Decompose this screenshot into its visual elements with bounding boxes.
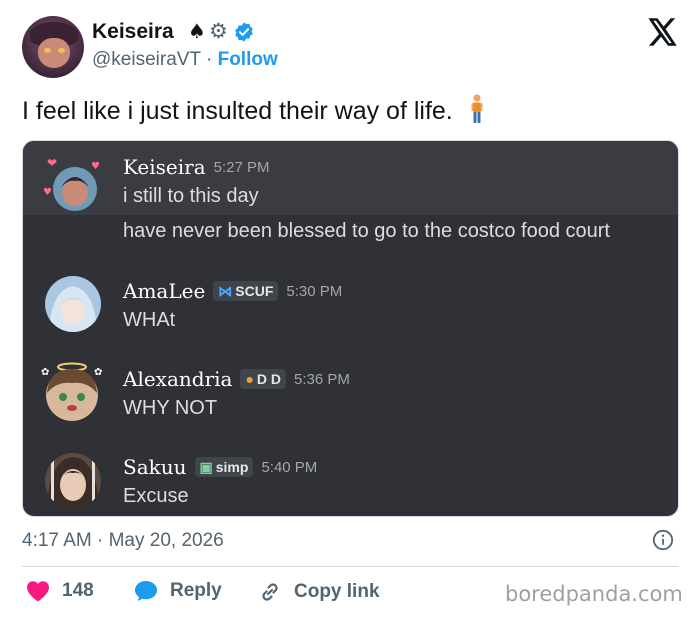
- message-time: 5:40 PM: [261, 458, 318, 476]
- gear-icon: ⚙: [209, 19, 228, 43]
- copy-link-label: Copy link: [294, 581, 380, 602]
- person-standing-emoji: [471, 94, 483, 123]
- follow-button[interactable]: Follow: [218, 49, 278, 70]
- message-text: i still to this day: [123, 185, 259, 207]
- role-tag: ⋈ SCUF: [213, 281, 279, 301]
- reply-bubble-icon: [135, 581, 157, 601]
- heart-icon: [27, 581, 49, 602]
- username[interactable]: Keiseira: [123, 155, 206, 179]
- message-text: WHY NOT: [123, 397, 218, 419]
- amalee-avatar: [45, 276, 101, 332]
- svg-text:♥: ♥: [91, 161, 100, 172]
- simp-icon: ▣: [199, 458, 213, 475]
- author-display-name[interactable]: Keiseira: [92, 20, 174, 44]
- butterfly-icon: ⋈: [218, 282, 233, 299]
- copy-link-button[interactable]: Copy link: [258, 580, 380, 604]
- svg-text:❤: ❤: [47, 156, 57, 170]
- x-logo-icon[interactable]: [648, 18, 678, 46]
- svg-text:✿: ✿: [94, 367, 102, 378]
- like-count: 148: [62, 580, 94, 601]
- author-handle-row: @keiseiraVT · Follow: [92, 49, 278, 71]
- sakuu-avatar: [45, 453, 101, 509]
- divider: [22, 566, 679, 567]
- message-time: 5:36 PM: [294, 370, 350, 388]
- message-header: Keiseira 5:27 PM: [123, 155, 270, 179]
- author-handle[interactable]: @keiseiraVT: [92, 49, 201, 70]
- message-time: 5:30 PM: [286, 282, 343, 300]
- tweet-card: Keiseira ♠ ⚙ @keiseiraVT · Follow I feel…: [0, 0, 700, 619]
- info-icon[interactable]: [652, 529, 674, 551]
- keiseira-avatar: ❤ ♥ ♥: [43, 156, 100, 211]
- svg-text:✿: ✿: [41, 367, 49, 378]
- message-header: Sakuu ▣ simp 5:40 PM: [123, 455, 317, 479]
- dumpling-icon: ●: [245, 371, 254, 387]
- watermark: boredpanda.com: [505, 582, 683, 606]
- like-button[interactable]: 148: [26, 580, 94, 602]
- spade-icon: ♠: [188, 19, 206, 43]
- role-tag-label: SCUF: [235, 283, 274, 299]
- message-text: WHAt: [123, 309, 176, 331]
- message-hover-highlight: [23, 141, 678, 215]
- message-header: AmaLee ⋈ SCUF 5:30 PM: [123, 279, 342, 303]
- svg-text:♥: ♥: [43, 187, 52, 198]
- role-tag-label: D D: [256, 371, 282, 387]
- alexandria-avatar: ✿ ✿: [41, 362, 102, 421]
- handle-separator: ·: [205, 49, 213, 70]
- message-text: have never been blessed to go to the cos…: [123, 220, 610, 242]
- tweet-text: I feel like i just insulted their way of…: [22, 97, 453, 125]
- message-time: 5:27 PM: [213, 158, 270, 176]
- message-text: Excuse: [123, 485, 189, 507]
- role-tag: ● D D: [240, 369, 287, 389]
- link-icon: [262, 583, 278, 601]
- username[interactable]: AmaLee: [123, 279, 205, 303]
- message-header: Alexandria ● D D 5:36 PM: [123, 367, 350, 391]
- role-tag-label: simp: [215, 459, 249, 475]
- tweet-text-row: I feel like i just insulted their way of…: [22, 94, 484, 126]
- username[interactable]: Sakuu: [123, 455, 187, 479]
- reply-label: Reply: [170, 580, 222, 601]
- tweet-timestamp[interactable]: 4:17 AM · May 20, 2026: [22, 530, 224, 552]
- username[interactable]: Alexandria: [123, 367, 232, 391]
- verified-badge-icon: [235, 22, 253, 42]
- discord-screenshot-image[interactable]: ❤ ♥ ♥ Keiseira 5:27 PM i still to this d…: [22, 140, 679, 517]
- author-avatar[interactable]: [22, 16, 84, 78]
- reply-button[interactable]: Reply: [134, 580, 222, 602]
- role-tag: ▣ simp: [194, 457, 254, 477]
